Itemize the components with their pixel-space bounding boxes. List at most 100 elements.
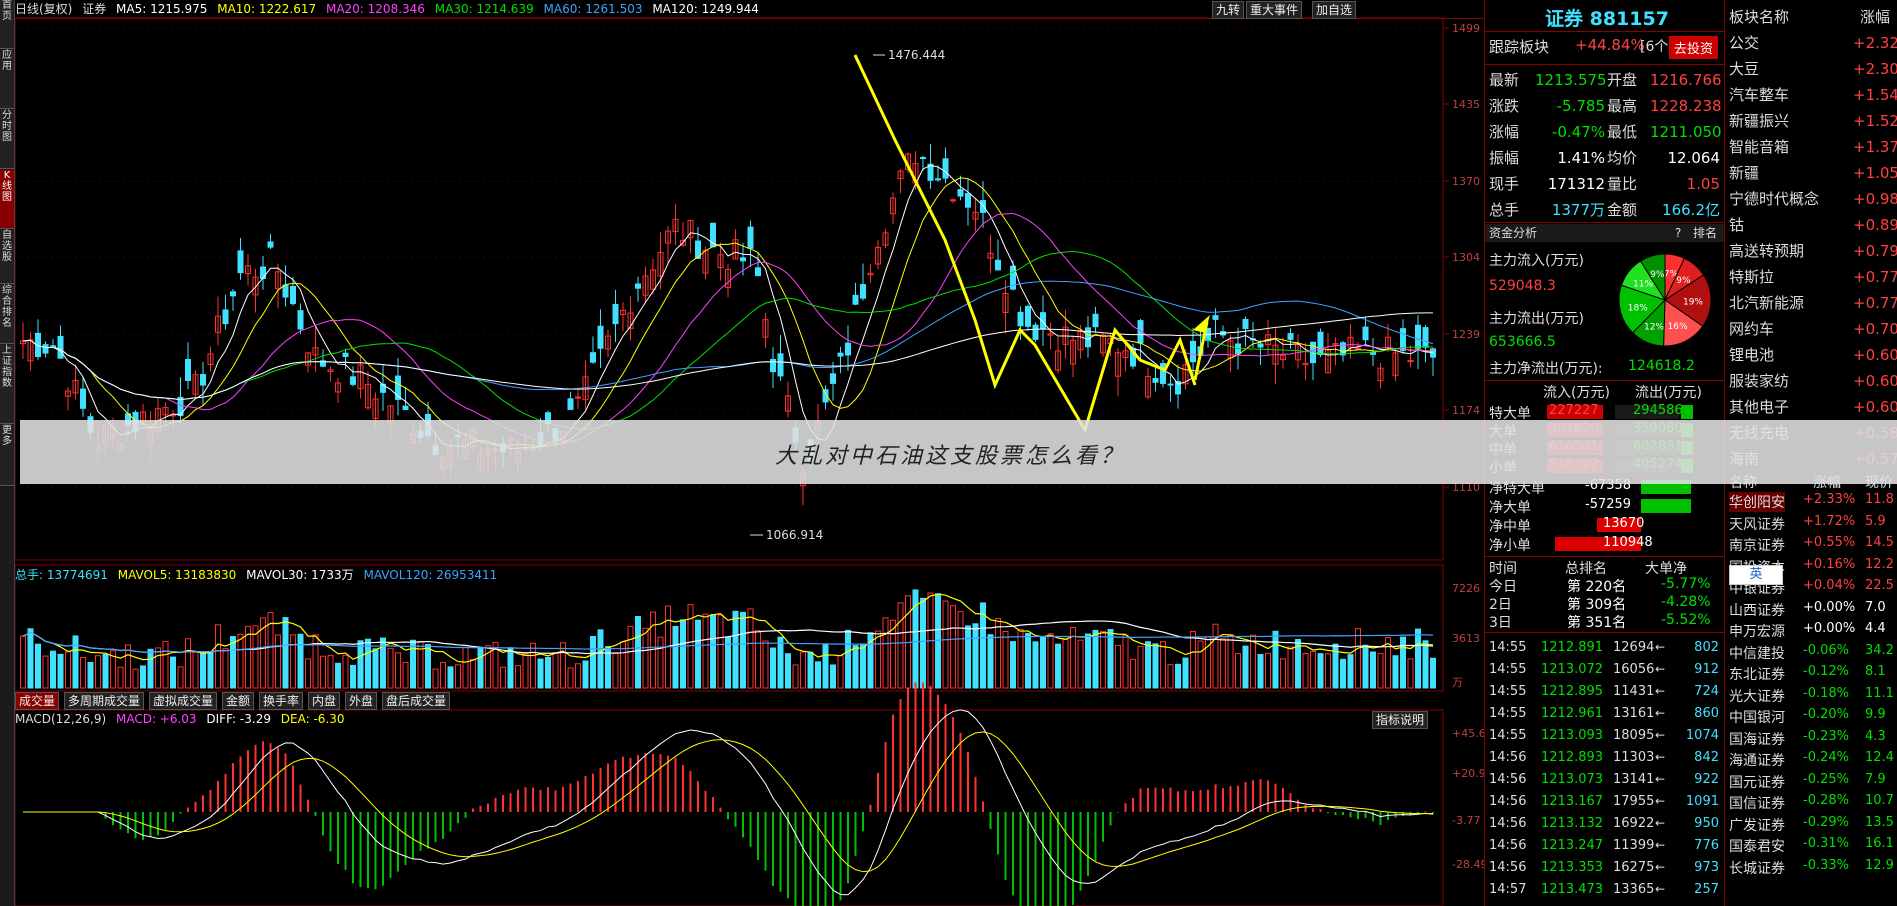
stock-name[interactable]: 国元证券 [1729, 772, 1785, 792]
tick-price: 1213.473 [1541, 882, 1604, 897]
quote-value: -0.47% [1551, 123, 1605, 141]
macd-y-label-2: -3.77 [1452, 814, 1480, 827]
stock-name[interactable]: 长城证券 [1729, 858, 1785, 878]
tick-arrow-icon: ← [1655, 728, 1666, 742]
candle-body [770, 358, 776, 373]
stock-name[interactable]: 中信建投 [1729, 643, 1785, 663]
volume-bar [42, 655, 49, 689]
fund-rank-tab[interactable]: 排名 [1693, 224, 1717, 242]
stock-name[interactable]: 光大证券 [1729, 686, 1785, 706]
volume-bar [560, 642, 566, 689]
stock-chg: -0.24% [1803, 750, 1849, 765]
candle-body [1317, 331, 1324, 356]
indicator-tab-4[interactable]: 换手率 [259, 692, 304, 710]
stock-name[interactable]: 中国银河 [1729, 707, 1785, 727]
volume-bar [282, 617, 289, 689]
stock-name[interactable]: 海通证券 [1729, 750, 1785, 770]
stock-name[interactable]: 东北证券 [1729, 664, 1785, 684]
sector-item[interactable]: 公交 [1729, 30, 1759, 56]
indicator-tab-5[interactable]: 内盘 [308, 692, 341, 710]
left-tab-4[interactable]: 自选股 [0, 230, 14, 284]
volume-bar [57, 653, 64, 689]
sector-item[interactable]: 汽车整车 [1729, 82, 1789, 108]
sector-item[interactable]: 网约车 [1729, 316, 1774, 342]
quote-label: 均价 [1607, 149, 1638, 167]
tick-arrow-icon: ← [1655, 860, 1666, 874]
stock-price: 5.9 [1865, 513, 1886, 529]
left-tab-7[interactable]: 更多 [0, 425, 14, 486]
jiuzhuan-button[interactable]: 九转 [1212, 1, 1245, 19]
sector-item[interactable]: 新疆 [1729, 160, 1759, 186]
volume-bar [125, 644, 131, 689]
stock-name[interactable]: 国海证券 [1729, 729, 1785, 749]
sector-item[interactable]: 新疆振兴 [1729, 108, 1789, 134]
volume-bar [462, 646, 469, 689]
trend-annotation [853, 54, 1197, 434]
left-tab-0[interactable]: 首页 [0, 0, 14, 49]
period-label[interactable]: 日线(复权) [15, 2, 72, 16]
volume-bar [800, 651, 806, 689]
candle-body [1167, 383, 1174, 386]
indicator-tab-7[interactable]: 盘后成交量 [382, 692, 451, 710]
fund-help[interactable]: ? [1675, 224, 1681, 242]
fund-analysis-tab[interactable]: 资金分析 [1489, 224, 1537, 242]
sector-item[interactable]: 高送转预期 [1729, 238, 1804, 264]
indicator-tab-6[interactable]: 外盘 [345, 692, 378, 710]
quote-value: 1228.238 [1650, 97, 1722, 115]
sector-item[interactable]: 智能音箱 [1729, 134, 1789, 160]
sector-item[interactable]: 北汽新能源 [1729, 290, 1804, 316]
indicator-tab-3[interactable]: 金额 [222, 692, 255, 710]
sector-item[interactable]: 特斯拉 [1729, 264, 1774, 290]
indicator-tab-0[interactable]: 成交量 [15, 692, 60, 710]
left-tab-6[interactable]: 上证指数 [0, 345, 14, 424]
volume-bar [1167, 664, 1174, 689]
left-tab-2[interactable]: 分时图 [0, 110, 14, 169]
stock-name[interactable]: 国泰君安 [1729, 836, 1785, 856]
stock-name[interactable]: 南京证券 [1729, 535, 1785, 555]
ime-switch[interactable]: 英 [1729, 565, 1783, 585]
sector-item[interactable]: 宁德时代概念 [1729, 186, 1819, 212]
stock-name[interactable]: 国信证券 [1729, 793, 1785, 813]
volume-bar [342, 654, 349, 689]
tick-price: 1213.353 [1541, 860, 1604, 875]
indicator-tab-2[interactable]: 虚拟成交量 [149, 692, 218, 710]
volume-bar [1257, 654, 1264, 689]
volume-bar [815, 661, 821, 689]
sector-item[interactable]: 大豆 [1729, 56, 1759, 82]
volume-bar [537, 658, 544, 689]
sector-item[interactable]: 其他电子 [1729, 394, 1789, 420]
tick-time: 14:55 [1489, 662, 1527, 677]
volume-bar [1392, 655, 1399, 689]
sector-item[interactable]: 钴 [1729, 212, 1744, 238]
sector-chg: +0.79% [1853, 242, 1897, 260]
volume-bar [545, 656, 551, 689]
left-tab-5[interactable]: 综合排名 [0, 285, 14, 344]
volume-bar [72, 635, 79, 689]
indicator-help-button[interactable]: 指标说明 [1372, 711, 1429, 729]
indicator-tab-1[interactable]: 多周期成交量 [64, 692, 145, 710]
sep [1485, 556, 1725, 557]
sector-chg: +0.60% [1853, 398, 1897, 416]
sector-item[interactable]: 服装家纺 [1729, 368, 1789, 394]
left-tab-3[interactable]: K线图 [0, 170, 14, 229]
volume-bar [1182, 657, 1189, 689]
candle-body [590, 352, 596, 363]
left-tab-1[interactable]: 应用 [0, 50, 14, 109]
volume-bar [950, 605, 956, 689]
major-events-button[interactable]: 重大事件 [1246, 1, 1303, 19]
invest-button[interactable]: 去投资 [1669, 36, 1719, 59]
stock-name[interactable]: 申万宏源 [1729, 621, 1785, 641]
stock-name[interactable]: 天风证券 [1729, 514, 1785, 534]
sector-chg: +0.60% [1853, 372, 1897, 390]
candle-body [852, 294, 859, 305]
macd-info-bar: MACD(12,26,9) MACD: +6.03 DIFF: -3.29 DE… [15, 712, 345, 726]
stock-name[interactable]: 华创阳安 [1729, 492, 1785, 512]
volume-bar [335, 662, 341, 689]
add-watchlist-button[interactable]: 加自选 [1312, 1, 1357, 19]
volume-bar [1197, 640, 1204, 689]
volume-bar [1340, 658, 1346, 689]
sector-item[interactable]: 锂电池 [1729, 342, 1774, 368]
stock-name[interactable]: 山西证券 [1729, 600, 1785, 620]
volume-bar [1227, 633, 1234, 689]
stock-name[interactable]: 广发证券 [1729, 815, 1785, 835]
